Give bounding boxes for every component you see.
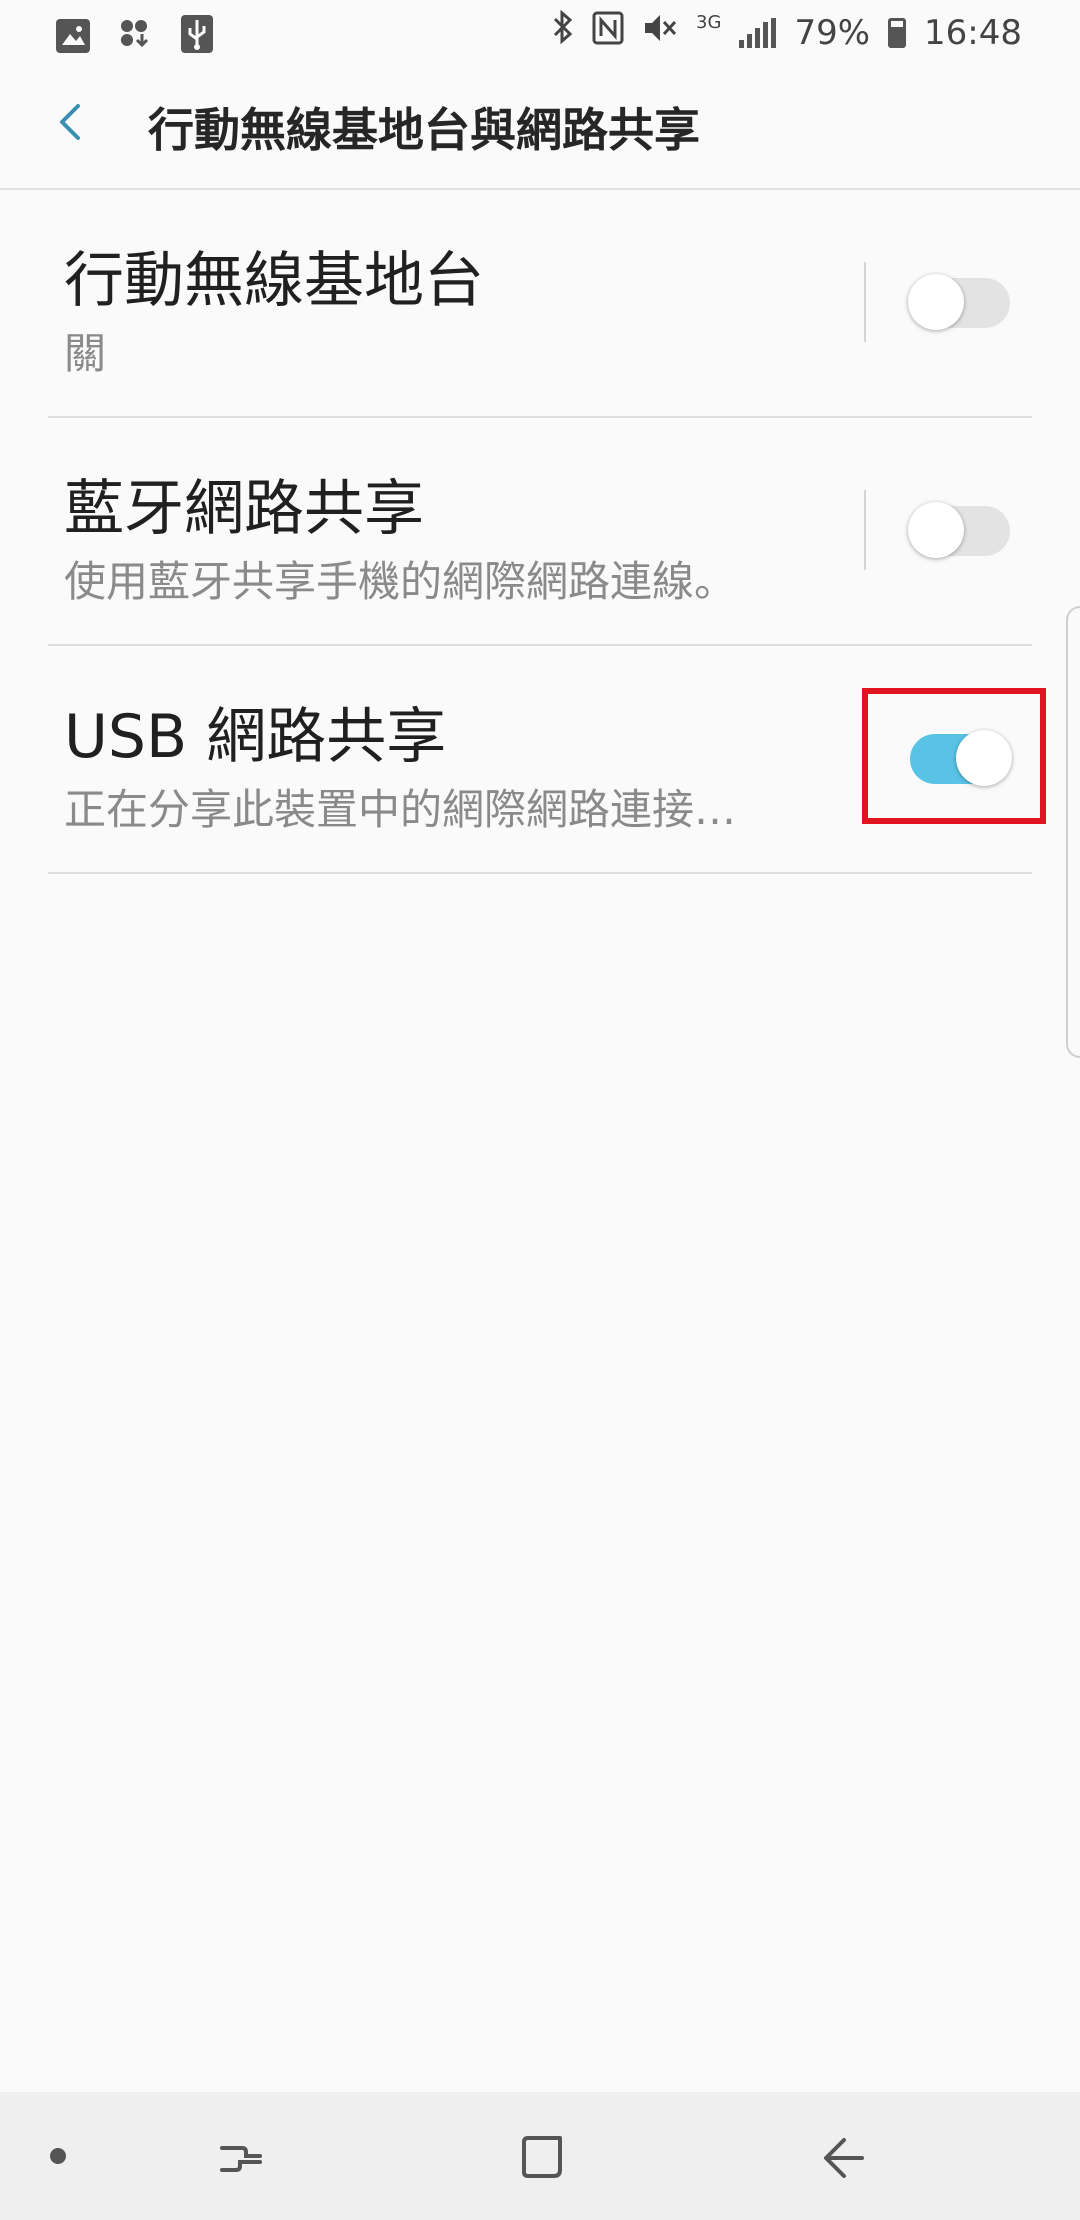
switch-knob [908,274,964,330]
list-item-bluetooth-tethering[interactable]: 藍牙網路共享 使用藍牙共享手機的網際網路連線。 [48,418,1032,646]
row-subtitle: 正在分享此裝置中的網際網路連接… [64,785,737,834]
status-left-icons [56,14,214,58]
network-type: 3G [696,12,722,33]
gallery-icon [56,19,90,53]
home-icon [522,2136,562,2178]
page-title: 行動無線基地台與網路共享 [148,103,700,157]
list-item-mobile-hotspot[interactable]: 行動無線基地台 關 [48,190,1032,418]
edge-panel-handle[interactable] [1066,606,1080,1058]
row-title: 藍牙網路共享 [64,474,424,544]
recents-icon [220,2146,262,2172]
navigation-bar [0,2092,1080,2220]
back-arrow-icon [824,2138,864,2178]
signal-icon [739,17,777,48]
battery-icon [888,17,907,48]
battery-percent: 79% [794,12,871,53]
status-right-icons: 3G 79% 16:48 [552,9,1022,55]
status-bar: 3G 79% 16:48 [0,0,1080,64]
highlight-box [862,688,1046,824]
divider [864,490,866,570]
row-subtitle: 關 [64,329,107,378]
usb-icon [180,14,214,58]
app-bar: 行動無線基地台與網路共享 [0,64,1080,190]
recents-button[interactable] [206,2122,276,2192]
dot-icon[interactable] [50,2148,66,2164]
settings-list: 行動無線基地台 關 藍牙網路共享 使用藍牙共享手機的網際網路連線。 USB 網路… [48,190,1046,874]
row-title: 行動無線基地台 [64,246,484,316]
bluetooth-icon [552,9,574,55]
row-title: USB 網路共享 [64,702,447,772]
mute-icon [642,11,678,54]
download-icon [118,17,152,55]
clock: 16:48 [924,12,1022,53]
row-subtitle: 使用藍牙共享手機的網際網路連線。 [64,557,737,606]
mobile-hotspot-switch[interactable] [908,274,1010,330]
bluetooth-tethering-switch[interactable] [908,502,1010,558]
screen: 3G 79% 16:48 行動無線基地台與網路共享 行動無線基地台 關 藍牙網路… [0,0,1080,2220]
chevron-left-icon [60,104,80,140]
back-nav-button[interactable] [808,2122,878,2192]
back-button[interactable] [40,90,104,154]
list-item-usb-tethering[interactable]: USB 網路共享 正在分享此裝置中的網際網路連接… [48,646,1046,874]
switch-knob [908,502,964,558]
divider [864,262,866,342]
home-button[interactable] [508,2122,578,2192]
nfc-icon [592,11,624,54]
